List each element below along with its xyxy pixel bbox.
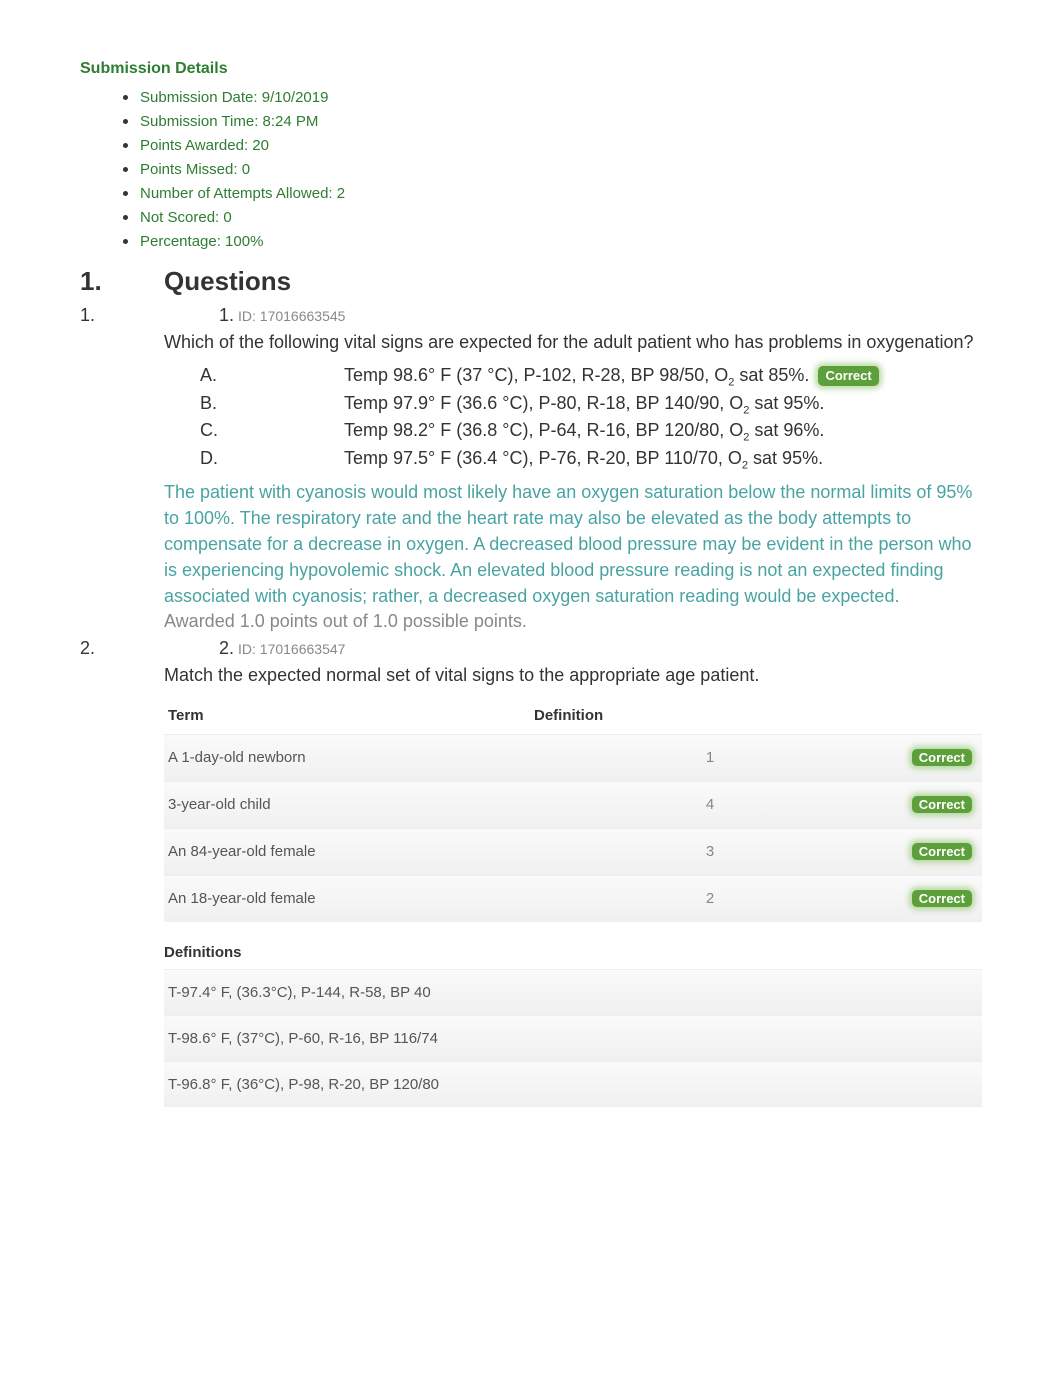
matching-row: 3-year-old child 4 Correct	[164, 781, 982, 828]
submission-detail-item: Not Scored: 0	[140, 204, 982, 228]
section-title: Questions	[164, 266, 291, 297]
definition-row: T-98.6° F, (37°C), P-60, R-16, BP 116/74	[164, 1015, 982, 1061]
answer-rationale: The patient with cyanosis would most lik…	[164, 479, 982, 609]
match-term: An 18-year-old female	[168, 890, 538, 907]
match-answer: 3	[538, 843, 882, 860]
option-text-pre: Temp 98.2° F (36.8 °C), P-64, R-16, BP 1…	[344, 420, 743, 440]
submission-detail-item: Submission Date: 9/10/2019	[140, 84, 982, 108]
option-text: Temp 97.9° F (36.6 °C), P-80, R-18, BP 1…	[344, 391, 982, 418]
submission-detail-item: Points Missed: 0	[140, 156, 982, 180]
match-term: An 84-year-old female	[168, 843, 538, 860]
question-header: 2. 2. ID: 17016663547	[80, 638, 982, 659]
option-text-post: sat 85%.	[734, 365, 809, 385]
correct-badge: Correct	[912, 843, 972, 860]
matching-row: An 84-year-old female 3 Correct	[164, 828, 982, 875]
match-answer: 4	[538, 796, 882, 813]
option-text-pre: Temp 98.6° F (37 °C), P-102, R-28, BP 98…	[344, 365, 728, 385]
option-text-post: sat 95%.	[748, 448, 823, 468]
answer-options: A. Temp 98.6° F (37 °C), P-102, R-28, BP…	[164, 363, 982, 473]
question-inner-number: 1.	[164, 305, 234, 326]
question-header: 1. 1. ID: 17016663545	[80, 305, 982, 326]
option-text: Temp 98.6° F (37 °C), P-102, R-28, BP 98…	[344, 363, 982, 390]
definition-row: T-97.4° F, (36.3°C), P-144, R-58, BP 40	[164, 969, 982, 1015]
option-text-post: sat 95%.	[749, 393, 824, 413]
option-text: Temp 97.5° F (36.4 °C), P-76, R-20, BP 1…	[344, 446, 982, 473]
question-inner-number: 2.	[164, 638, 234, 659]
option-text: Temp 98.2° F (36.8 °C), P-64, R-16, BP 1…	[344, 418, 982, 445]
question-id: ID: 17016663545	[238, 308, 345, 324]
option-letter: C.	[164, 418, 344, 442]
match-term: 3-year-old child	[168, 796, 538, 813]
matching-row: A 1-day-old newborn 1 Correct	[164, 734, 982, 781]
correct-badge: Correct	[912, 796, 972, 813]
answer-option: C. Temp 98.2° F (36.8 °C), P-64, R-16, B…	[164, 418, 982, 445]
answer-option: D. Temp 97.5° F (36.4 °C), P-76, R-20, B…	[164, 446, 982, 473]
definition-row: T-96.8° F, (36°C), P-98, R-20, BP 120/80	[164, 1061, 982, 1107]
answer-option: A. Temp 98.6° F (37 °C), P-102, R-28, BP…	[164, 363, 982, 390]
option-text-post: sat 96%.	[749, 420, 824, 440]
column-header-definition: Definition	[534, 707, 982, 724]
section-number: 1.	[80, 266, 164, 297]
option-letter: D.	[164, 446, 344, 470]
match-answer: 1	[538, 749, 882, 766]
submission-details-title: Submission Details	[80, 60, 982, 78]
question-text: Match the expected normal set of vital s…	[164, 663, 982, 688]
definitions-title: Definitions	[164, 944, 982, 961]
matching-header-row: Term Definition	[164, 701, 982, 734]
points-awarded-text: Awarded 1.0 points out of 1.0 possible p…	[164, 611, 982, 632]
option-text-pre: Temp 97.9° F (36.6 °C), P-80, R-18, BP 1…	[344, 393, 743, 413]
submission-detail-item: Percentage: 100%	[140, 228, 982, 252]
option-text-pre: Temp 97.5° F (36.4 °C), P-76, R-20, BP 1…	[344, 448, 742, 468]
matching-table: Term Definition A 1-day-old newborn 1 Co…	[164, 701, 982, 922]
option-letter: A.	[164, 363, 344, 387]
matching-row: An 18-year-old female 2 Correct	[164, 875, 982, 922]
correct-badge: Correct	[912, 890, 972, 907]
submission-detail-item: Submission Time: 8:24 PM	[140, 108, 982, 132]
correct-badge: Correct	[912, 749, 972, 766]
correct-badge: Correct	[818, 366, 878, 386]
section-heading: 1. Questions	[80, 266, 982, 297]
question-outer-number: 2.	[80, 638, 164, 659]
answer-option: B. Temp 97.9° F (36.6 °C), P-80, R-18, B…	[164, 391, 982, 418]
question-outer-number: 1.	[80, 305, 164, 326]
match-term: A 1-day-old newborn	[168, 749, 538, 766]
submission-details-list: Submission Date: 9/10/2019 Submission Ti…	[80, 84, 982, 252]
question-text: Which of the following vital signs are e…	[164, 330, 982, 355]
column-header-term: Term	[164, 707, 534, 724]
question-id: ID: 17016663547	[238, 641, 345, 657]
submission-detail-item: Points Awarded: 20	[140, 132, 982, 156]
option-letter: B.	[164, 391, 344, 415]
match-answer: 2	[538, 890, 882, 907]
submission-detail-item: Number of Attempts Allowed: 2	[140, 180, 982, 204]
